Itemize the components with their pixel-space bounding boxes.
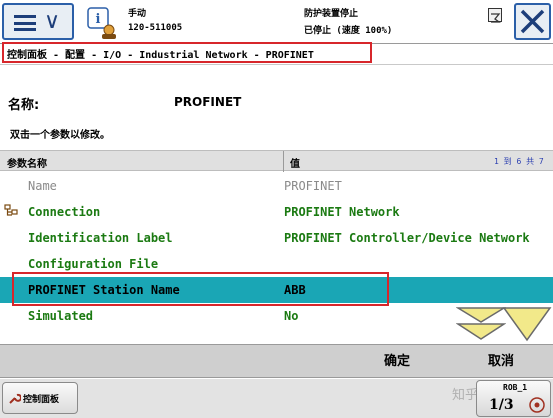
breadcrumb: 控制面板 - 配置 - I/O - Industrial Network - P… — [2, 42, 372, 63]
close-icon — [520, 9, 545, 34]
parameter-value: PROFINET — [284, 179, 342, 193]
taskbar-item-control-panel[interactable]: 控制面板 — [2, 382, 78, 414]
page-count: 1 到 6 共 7 — [494, 157, 544, 166]
taskbar-item-label: 控制面板 — [23, 395, 60, 405]
scroll-to-end-button[interactable] — [502, 306, 552, 342]
parameter-name: Simulated — [28, 309, 94, 323]
safety-status: 防护装置停止 — [304, 9, 359, 19]
column-header-value: 值 — [290, 159, 300, 170]
main-menu-button[interactable]: ∨ — [2, 3, 74, 40]
parameter-name: Connection — [28, 205, 101, 219]
table-row[interactable]: Name PROFINET — [0, 173, 553, 199]
annotation-highlight-box — [12, 272, 389, 306]
table-row[interactable]: Connection PROFINET Network — [0, 199, 553, 225]
instruction-text: 双击一个参数以修改。 — [10, 130, 110, 141]
svg-text:i: i — [96, 12, 101, 27]
divider — [0, 64, 553, 65]
name-value: PROFINET — [174, 95, 242, 109]
close-button[interactable] — [514, 3, 551, 40]
wrench-icon — [9, 393, 21, 404]
parameter-value: No — [284, 309, 299, 323]
column-separator[interactable] — [283, 151, 284, 172]
chevron-down-icon: ∨ — [44, 9, 61, 34]
operating-mode: 手动 — [128, 9, 147, 19]
parameter-name: Name — [28, 179, 57, 193]
cancel-button[interactable]: 取消 — [456, 345, 546, 379]
quickset-button[interactable]: ROB_1 1/3 — [476, 380, 551, 417]
top-status-bar: ∨ i 手动 120-511005 防护装置停止 已停止 (速度 100%) — [0, 0, 553, 44]
parameter-value: PROFINET Controller/Device Network — [284, 231, 530, 245]
parameter-name: Identification Label — [28, 231, 173, 245]
quickset-unit: ROB_1 — [503, 383, 528, 392]
hamburger-icon — [14, 15, 36, 31]
table-header: 参数名称 值 1 到 6 共 7 — [0, 150, 553, 172]
quickset-fraction: 1/3 — [489, 397, 514, 413]
program-task-icon[interactable] — [488, 8, 502, 23]
ok-button[interactable]: 确定 — [352, 345, 442, 379]
column-header-parameter: 参数名称 — [7, 159, 47, 170]
robot-status-icon[interactable]: i — [84, 6, 118, 40]
scroll-page-down-button[interactable] — [456, 306, 506, 342]
jog-icon — [529, 397, 545, 413]
action-button-bar: 确定 取消 — [0, 344, 553, 378]
parameter-name: Configuration File — [28, 257, 159, 271]
table-row[interactable]: Identification Label PROFINET Controller… — [0, 225, 553, 251]
controller-name: 120-511005 — [128, 23, 183, 33]
run-status: 已停止 (速度 100%) — [304, 26, 393, 36]
name-label: 名称: — [8, 98, 40, 113]
parameter-value: PROFINET Network — [284, 205, 400, 219]
